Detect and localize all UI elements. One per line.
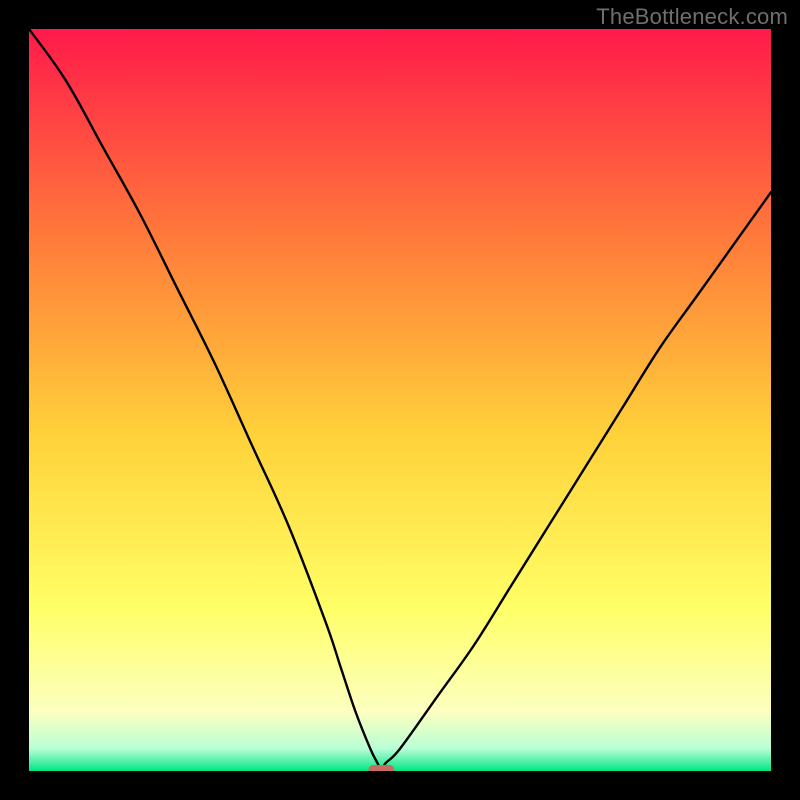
plot-area: [29, 29, 771, 771]
optimal-marker: [368, 765, 394, 771]
chart-frame: TheBottleneck.com: [0, 0, 800, 800]
chart-svg: [29, 29, 771, 771]
gradient-background: [29, 29, 771, 771]
watermark-text: TheBottleneck.com: [596, 4, 788, 30]
